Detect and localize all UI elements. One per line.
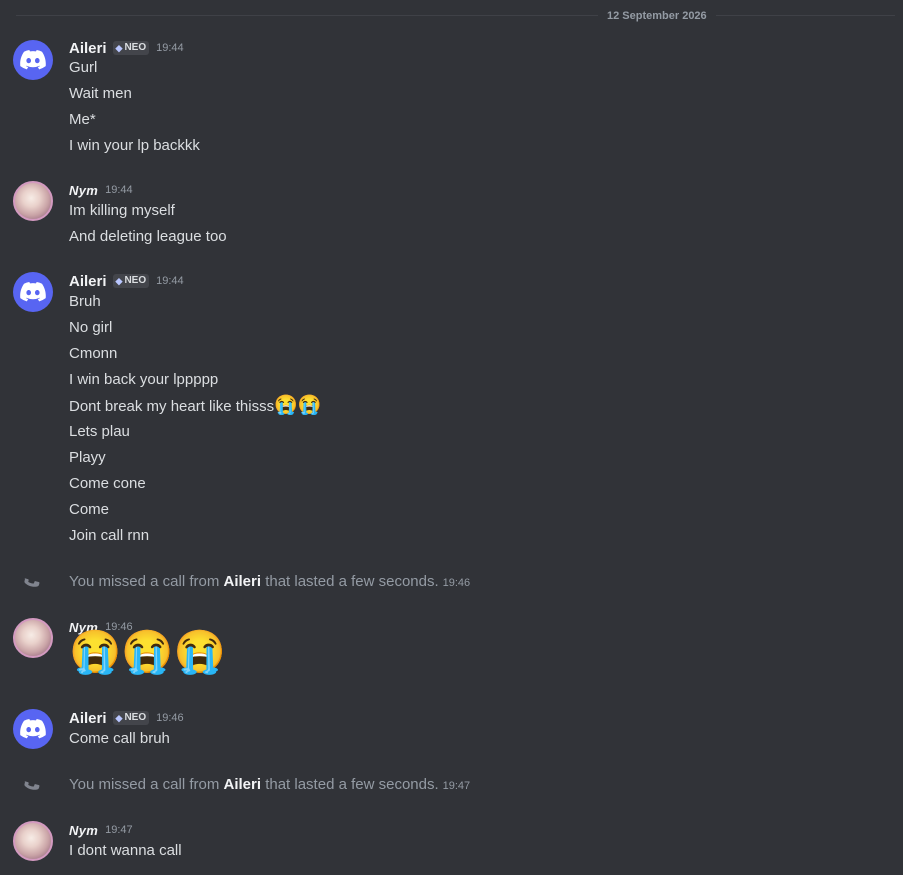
timestamp[interactable]: 19:47 bbox=[105, 824, 133, 836]
nitro-badge[interactable]: ◆ NEO bbox=[112, 41, 150, 55]
avatar[interactable] bbox=[13, 821, 53, 861]
message-line: Wait men bbox=[69, 85, 132, 102]
message-line: Bruh bbox=[69, 293, 101, 310]
missed-call-text: You missed a call from Aileri that laste… bbox=[69, 775, 470, 796]
missed-call-suffix: that lasted a few seconds. bbox=[261, 573, 439, 590]
message-line: Come call bruh bbox=[69, 730, 170, 747]
timestamp[interactable]: 19:44 bbox=[105, 184, 133, 196]
discord-logo-icon bbox=[20, 50, 46, 70]
message-line: No girl bbox=[69, 319, 113, 336]
username[interactable]: Aileri bbox=[69, 710, 107, 727]
jumbo-crying-emoji[interactable]: 😭😭😭 bbox=[69, 628, 226, 676]
discord-logo-icon bbox=[20, 282, 46, 302]
avatar[interactable] bbox=[13, 618, 53, 658]
message-line: Gurl bbox=[69, 59, 98, 76]
message-line: Playy bbox=[69, 449, 106, 466]
message-header: Aileri ◆ NEO 19:46 bbox=[69, 707, 184, 729]
missed-call-prefix: You missed a call from bbox=[69, 573, 224, 590]
message-line: Come cone bbox=[69, 475, 146, 492]
username[interactable]: Aileri bbox=[69, 40, 107, 57]
date-divider-line bbox=[16, 15, 895, 16]
missed-call-text: You missed a call from Aileri that laste… bbox=[69, 572, 470, 593]
caller-name[interactable]: Aileri bbox=[224, 573, 262, 590]
username[interactable]: Aileri bbox=[69, 273, 107, 290]
avatar[interactable] bbox=[13, 272, 53, 312]
message-header: Aileri ◆ NEO 19:44 bbox=[69, 270, 184, 292]
message-line: Cmonn bbox=[69, 345, 118, 362]
nitro-badge[interactable]: ◆ NEO bbox=[112, 711, 150, 725]
caller-name[interactable]: Aileri bbox=[224, 776, 262, 793]
nitro-badge[interactable]: ◆ NEO bbox=[112, 274, 150, 288]
message-line: Come bbox=[69, 501, 110, 518]
avatar[interactable] bbox=[13, 40, 53, 80]
missed-call-notice: You missed a call from Aileri that laste… bbox=[0, 775, 900, 799]
username[interactable]: Nym bbox=[69, 183, 98, 198]
badge-label: NEO bbox=[124, 712, 147, 723]
message-line: Dont break my heart like thisss😭😭 bbox=[69, 396, 321, 417]
gem-icon: ◆ bbox=[115, 43, 123, 53]
badge-label: NEO bbox=[124, 42, 147, 53]
message-line: Im killing myself bbox=[69, 202, 175, 219]
avatar[interactable] bbox=[13, 181, 53, 221]
message-line: I win your lp backkk bbox=[69, 137, 200, 154]
message-header: Nym 19:44 bbox=[69, 179, 133, 201]
message-line: Me* bbox=[69, 111, 96, 128]
missed-call-suffix: that lasted a few seconds. bbox=[261, 776, 439, 793]
message-line: Lets plau bbox=[69, 423, 130, 440]
missed-call-prefix: You missed a call from bbox=[69, 776, 224, 793]
message-header: Aileri ◆ NEO 19:44 bbox=[69, 37, 184, 59]
message-line: I win back your lppppp bbox=[69, 371, 219, 388]
phone-icon bbox=[21, 774, 43, 796]
badge-label: NEO bbox=[124, 275, 147, 286]
message-line: And deleting league too bbox=[69, 228, 227, 245]
date-divider-label: 12 September 2026 bbox=[598, 8, 716, 24]
discord-logo-icon bbox=[20, 719, 46, 739]
timestamp[interactable]: 19:47 bbox=[443, 780, 471, 792]
avatar[interactable] bbox=[13, 709, 53, 749]
missed-call-notice: You missed a call from Aileri that laste… bbox=[0, 572, 900, 596]
timestamp[interactable]: 19:44 bbox=[156, 42, 184, 54]
gem-icon: ◆ bbox=[115, 276, 123, 286]
message-line: Join call rnn bbox=[69, 527, 150, 544]
message-line: I dont wanna call bbox=[69, 842, 182, 859]
timestamp[interactable]: 19:44 bbox=[156, 275, 184, 287]
phone-icon bbox=[21, 571, 43, 593]
username[interactable]: Nym bbox=[69, 823, 98, 838]
crying-emoji[interactable]: 😭😭 bbox=[274, 395, 321, 416]
message-header: Nym 19:47 bbox=[69, 819, 133, 841]
timestamp[interactable]: 19:46 bbox=[443, 577, 471, 589]
timestamp[interactable]: 19:46 bbox=[156, 712, 184, 724]
message-text: Dont break my heart like thisss bbox=[69, 398, 275, 415]
gem-icon: ◆ bbox=[115, 713, 123, 723]
